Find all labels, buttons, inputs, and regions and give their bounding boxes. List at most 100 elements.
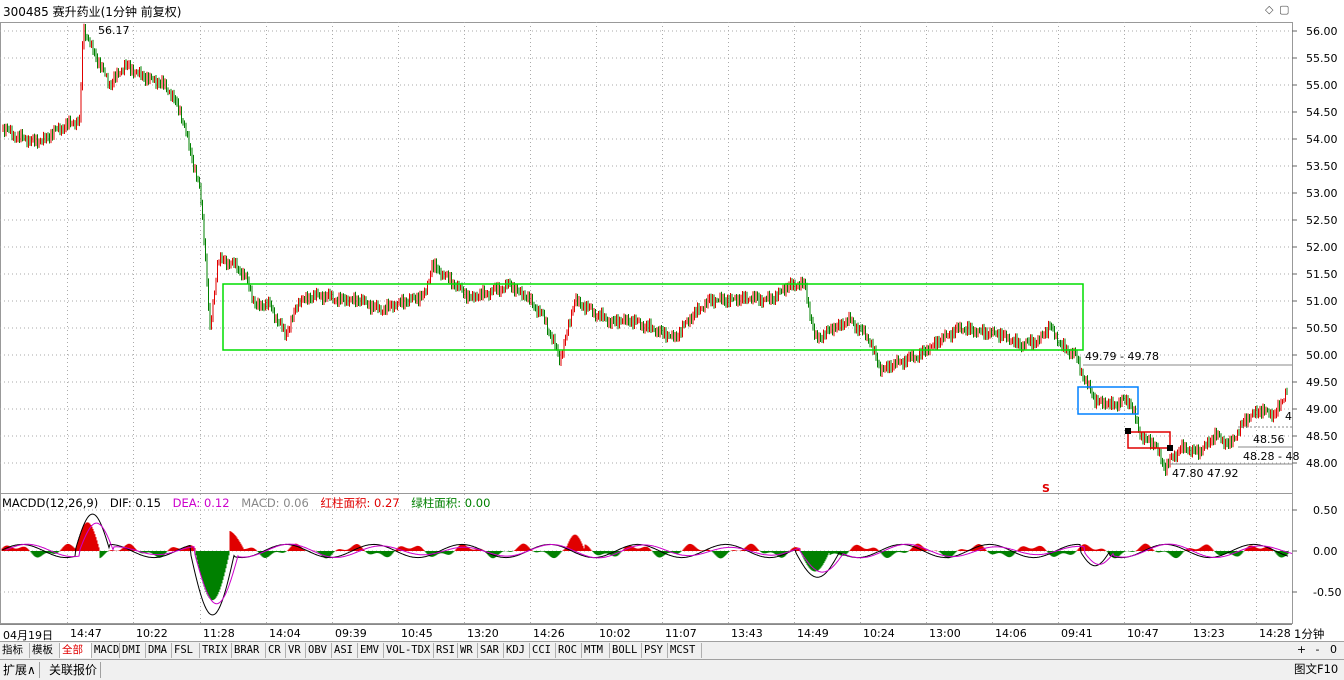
dif-line xyxy=(1,513,1289,616)
time-label: 10:02 xyxy=(599,627,631,640)
kline-chart-area[interactable]: 56.00 55.50 55.00 54.50 54.00 53.50 53.00 52.50… xyxy=(0,0,1344,624)
price-tick-label: 56.00 xyxy=(1306,25,1338,38)
indicator-tab[interactable]: CCI xyxy=(530,643,556,658)
box-handle xyxy=(1125,428,1131,434)
price-tick-label: 48.00 xyxy=(1306,457,1338,470)
price-tick-label: 52.00 xyxy=(1306,241,1338,254)
time-label: 10:24 xyxy=(863,627,895,640)
macd-panel-frame xyxy=(0,493,1293,624)
time-label: 11:28 xyxy=(203,627,235,640)
indicator-tab[interactable]: 指标 xyxy=(0,643,30,658)
time-label: 14:06 xyxy=(995,627,1027,640)
indicator-tab[interactable]: RSI xyxy=(434,643,458,658)
price-tick-label: 53.50 xyxy=(1306,160,1338,173)
low-price-label-2: 47.92 xyxy=(1207,467,1239,480)
range-label-3: 48.28 - 48 xyxy=(1243,450,1299,463)
time-label: 14:49 xyxy=(797,627,829,640)
related-quotes-tab[interactable]: 关联报价 xyxy=(46,662,102,678)
zoom-in-button[interactable]: + xyxy=(1294,643,1309,657)
indicator-tab[interactable]: BOLL xyxy=(610,643,642,658)
price-tick-label: 55.50 xyxy=(1306,52,1338,65)
indicator-tab[interactable]: MTM xyxy=(582,643,610,658)
macd-tick-label: 0.50 xyxy=(1313,504,1338,517)
candlesticks xyxy=(2,23,1288,476)
price-tick-label: 51.50 xyxy=(1306,268,1338,281)
macd-red-area: 红柱面积: 0.27 xyxy=(320,496,400,510)
time-axis xyxy=(0,624,1292,642)
macd-legend: MACDD(12,26,9) DIF: 0.15 DEA: 0.12 MACD:… xyxy=(2,495,498,511)
consolidation-box-green[interactable] xyxy=(222,283,1084,351)
price-panel-frame xyxy=(0,22,1293,494)
time-label: 10:47 xyxy=(1127,627,1159,640)
price-tick-label: 54.00 xyxy=(1306,133,1338,146)
indicator-tab[interactable]: WR xyxy=(458,643,478,658)
zoom-reset-button[interactable]: 0 xyxy=(1326,643,1341,657)
range-label-1: 49.79 - 49.78 xyxy=(1085,350,1159,363)
edge-label: 4 xyxy=(1285,410,1292,423)
indicator-tab[interactable]: DMI xyxy=(120,643,146,658)
macd-histogram xyxy=(1,522,1289,601)
price-tick-label: 54.50 xyxy=(1306,106,1338,119)
period-label[interactable]: 1分钟 xyxy=(1294,626,1324,642)
bottom-toolbar: 扩展∧ 关联报价 xyxy=(0,659,1344,680)
price-tick-label: 53.00 xyxy=(1306,187,1338,200)
time-label: 14:47 xyxy=(70,627,102,640)
price-tick-label: 50.00 xyxy=(1306,349,1338,362)
macd-tick-label: 0.00 xyxy=(1313,545,1338,558)
f10-button[interactable]: 图文F10 xyxy=(1294,661,1338,677)
low-price-label: 47.80 xyxy=(1172,467,1204,480)
zoom-out-button[interactable]: - xyxy=(1310,643,1325,657)
macd-dif: DIF: 0.15 xyxy=(109,496,161,510)
price-tick-label: 55.00 xyxy=(1306,79,1338,92)
macd-value: MACD: 0.06 xyxy=(241,496,309,510)
indicator-toolbar: 指标 模板 全部 MACD DMI DMA FSL TRIX BRAR CR VR OBV ASI EMV… xyxy=(0,641,1344,660)
indicator-tab[interactable]: EMV xyxy=(358,643,384,658)
time-label: 10:22 xyxy=(136,627,168,640)
box-handle xyxy=(1167,445,1173,451)
time-label: 14:26 xyxy=(533,627,565,640)
indicator-tab[interactable]: SAR xyxy=(478,643,504,658)
macd-axis-ticks: 0.50 0.00 -0.50 xyxy=(1292,504,1341,599)
range-label-2: 48.56 xyxy=(1253,433,1285,446)
macd-green-area: 绿柱面积: 0.00 xyxy=(411,496,491,510)
indicator-tab[interactable]: OBV xyxy=(306,643,332,658)
indicator-tab[interactable]: BRAR xyxy=(232,643,266,658)
macd-dea: DEA: 0.12 xyxy=(172,496,230,510)
price-tick-label: 49.50 xyxy=(1306,376,1338,389)
sell-signal-mark: S xyxy=(1042,482,1050,495)
time-label: 11:07 xyxy=(665,627,697,640)
price-tick-label: 49.00 xyxy=(1306,403,1338,416)
macd-name: MACDD(12,26,9) xyxy=(2,496,99,510)
indicator-tab[interactable]: MACD xyxy=(92,643,120,658)
indicator-tab[interactable]: TRIX xyxy=(200,643,232,658)
indicator-tab[interactable]: 模板 xyxy=(30,643,60,658)
indicator-tab[interactable]: ROC xyxy=(556,643,582,658)
indicator-tab[interactable]: PSY xyxy=(642,643,668,658)
price-tick-label: 50.50 xyxy=(1306,322,1338,335)
indicator-tab[interactable]: VR xyxy=(286,643,306,658)
time-label: 13:00 xyxy=(929,627,961,640)
time-label: 09:41 xyxy=(1061,627,1093,640)
time-label: 09:39 xyxy=(335,627,367,640)
expand-tab[interactable]: 扩展∧ xyxy=(0,662,40,678)
price-tick-label: 52.50 xyxy=(1306,214,1338,227)
time-label: 14:04 xyxy=(269,627,301,640)
indicator-tab[interactable]: CR xyxy=(266,643,286,658)
time-label: 13:23 xyxy=(1193,627,1225,640)
indicator-tab[interactable]: ASI xyxy=(332,643,358,658)
indicator-tab[interactable]: DMA xyxy=(146,643,172,658)
indicator-tab[interactable]: FSL xyxy=(172,643,200,658)
time-label: 14:28 xyxy=(1259,627,1291,640)
time-label: 13:20 xyxy=(467,627,499,640)
indicator-tab[interactable]: KDJ xyxy=(504,643,530,658)
price-tick-label: 51.00 xyxy=(1306,295,1338,308)
indicator-tab[interactable]: VOL-TDX xyxy=(384,643,434,658)
high-price-label: 56.17 xyxy=(98,24,130,37)
indicator-tab[interactable]: 全部 xyxy=(60,643,92,658)
price-tick-label: 48.50 xyxy=(1306,430,1338,443)
macd-tick-label: -0.50 xyxy=(1313,586,1341,599)
time-label: 10:45 xyxy=(401,627,433,640)
time-label: 13:43 xyxy=(731,627,763,640)
price-axis-ticks: 56.00 55.50 55.00 54.50 54.00 53.50 53.00 52.50… xyxy=(1292,25,1338,470)
indicator-tab[interactable]: MCST xyxy=(668,643,702,658)
